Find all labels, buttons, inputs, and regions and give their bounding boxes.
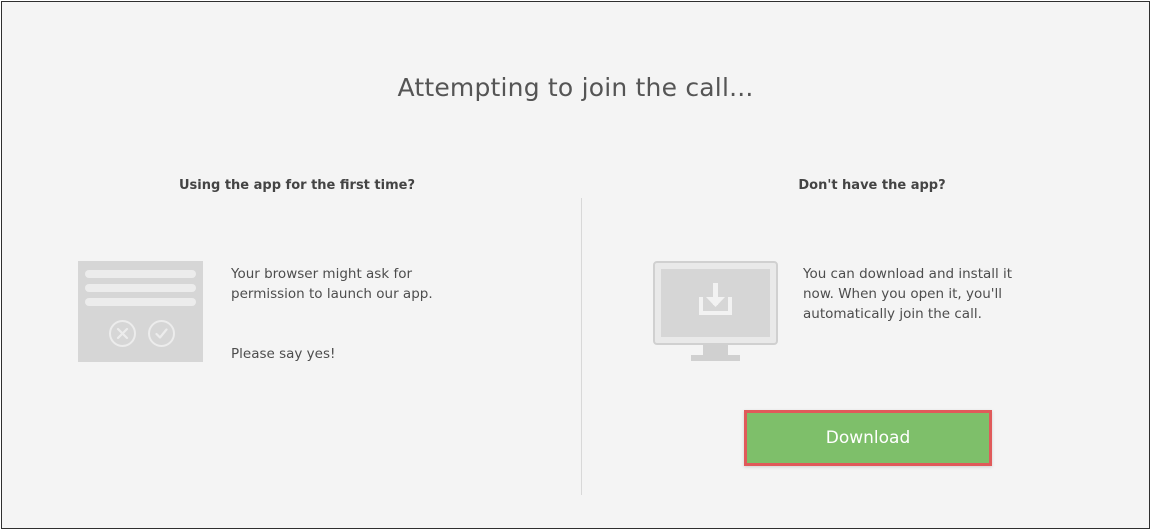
- permission-message: Your browser might ask for permission to…: [231, 264, 531, 304]
- download-line-3: automatically join the call.: [803, 306, 982, 322]
- no-app-heading: Don't have the app?: [798, 178, 946, 193]
- first-time-heading: Using the app for the first time?: [179, 178, 415, 193]
- dialog-line: [85, 284, 196, 292]
- download-line-1: You can download and install it: [803, 266, 1013, 282]
- permission-dialog-illustration: [78, 261, 203, 362]
- download-line-2: now. When you open it, you'll: [803, 286, 1002, 302]
- join-call-panel: Attempting to join the call... Using the…: [1, 1, 1150, 529]
- check-circle-icon: [148, 320, 175, 347]
- download-message: You can download and install it now. Whe…: [803, 264, 1083, 324]
- page-title: Attempting to join the call...: [397, 73, 754, 102]
- monitor-download-icon: [653, 261, 778, 370]
- close-circle-icon: [109, 320, 136, 347]
- dialog-line: [85, 298, 196, 306]
- say-yes-text: Please say yes!: [231, 346, 336, 362]
- column-divider: [581, 198, 582, 495]
- dialog-line: [85, 270, 196, 278]
- permission-line-2: permission to launch our app.: [231, 286, 433, 302]
- permission-line-1: Your browser might ask for: [231, 266, 413, 282]
- download-button[interactable]: Download: [744, 410, 992, 466]
